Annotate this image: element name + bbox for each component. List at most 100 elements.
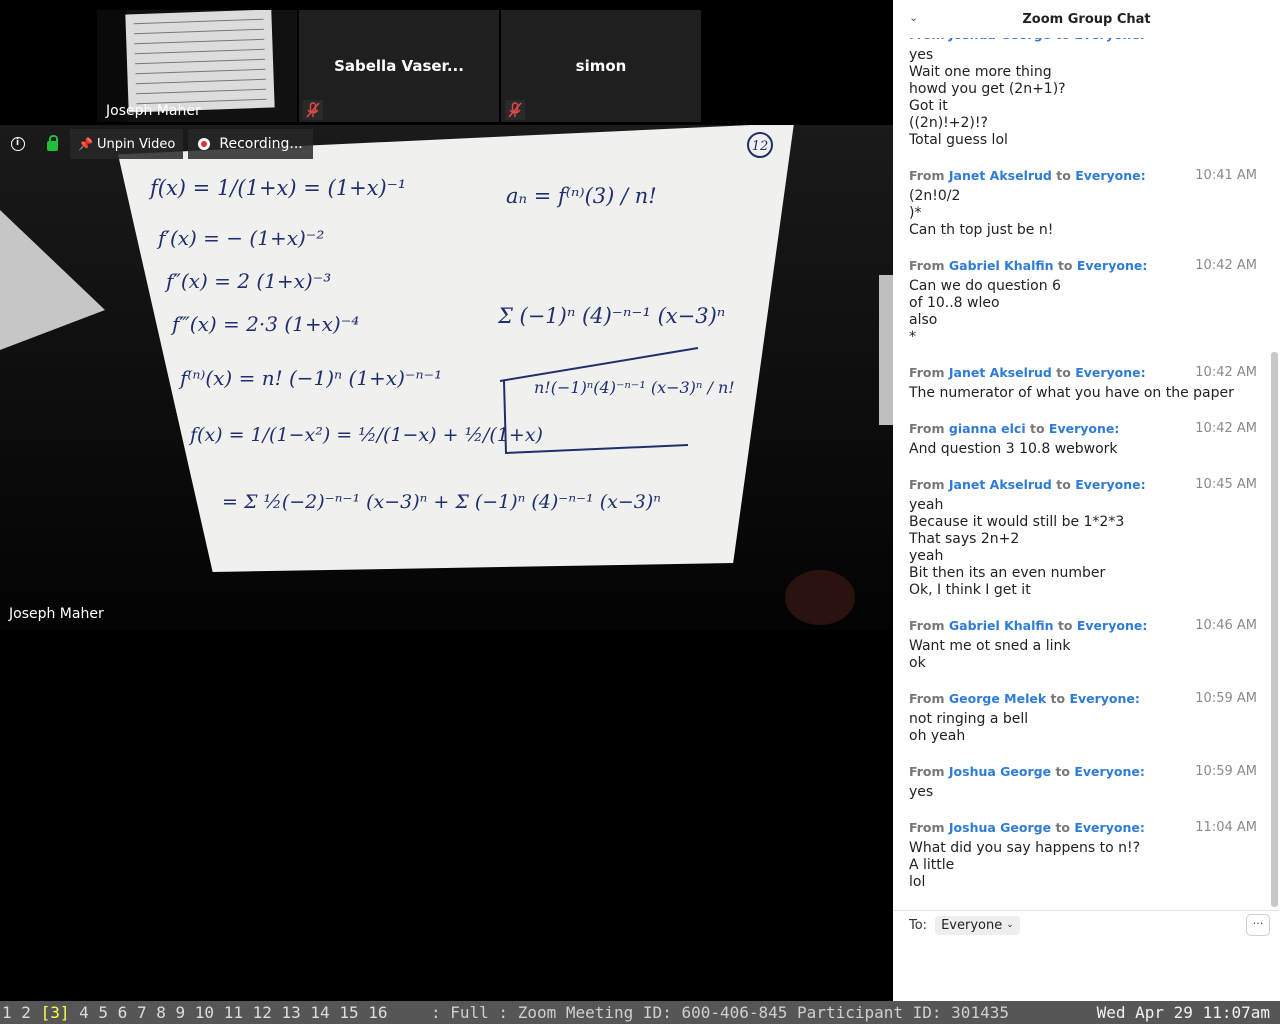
participant-name: Sabella Vaser...: [334, 57, 464, 75]
chat-panel: From Joshua George to Everyone:10:36 AMy…: [893, 0, 1280, 1001]
recipient-name[interactable]: Everyone:: [1075, 477, 1145, 492]
message-header: From Joshua George to Everyone: 11:04 AM: [909, 820, 1257, 837]
recipient-name[interactable]: Everyone:: [1077, 618, 1147, 633]
recipient-name[interactable]: Everyone:: [1049, 421, 1119, 436]
message-header: From George Melek to Everyone: 10:59 AM: [909, 691, 1257, 708]
workspace-4[interactable]: 4: [79, 1003, 89, 1022]
equation-line: f(x) = 1/(1−x²) = ½/(1−x) + ½/(1+x): [188, 424, 543, 446]
recipient-name[interactable]: Everyone:: [1077, 258, 1147, 273]
paper-edge: [879, 275, 893, 425]
recipient-value: Everyone: [941, 917, 1003, 933]
pin-icon: 📌: [78, 137, 93, 151]
chat-message: From Joshua George to Everyone: 11:04 AM W…: [893, 820, 1269, 891]
message-line: And question 3 10.8 webwork: [909, 441, 1118, 457]
workspace-14[interactable]: 14: [310, 1003, 329, 1022]
recipient-name[interactable]: Everyone:: [1075, 168, 1145, 183]
sender-name[interactable]: Janet Akselrud: [949, 477, 1052, 492]
workspace-7[interactable]: 7: [137, 1003, 147, 1022]
whiteboard-paper: 12 f(x) = 1/(1+x) = (1+x)⁻¹ f′(x) = − (1…: [118, 125, 794, 572]
workspace-11[interactable]: 11: [224, 1003, 243, 1022]
workspace-8[interactable]: 8: [156, 1003, 166, 1022]
workspace-13[interactable]: 13: [282, 1003, 301, 1022]
workspace-2[interactable]: 2: [21, 1003, 31, 1022]
chat-message: From gianna elci to Everyone: 10:42 AM And…: [893, 421, 1269, 458]
to-label: to: [1056, 365, 1071, 380]
workspace-6[interactable]: 6: [118, 1003, 128, 1022]
sender-name[interactable]: Gabriel Khalfin: [949, 618, 1054, 633]
from-label: From: [909, 820, 945, 835]
sender-name[interactable]: Janet Akselrud: [949, 168, 1052, 183]
chat-messages[interactable]: From Joshua George to Everyone:10:36 AMy…: [893, 30, 1269, 910]
workspace-10[interactable]: 10: [195, 1003, 214, 1022]
recipient-row: To: Everyone ⌄: [909, 914, 1020, 936]
workspace-15[interactable]: 15: [339, 1003, 358, 1022]
thumbnail-video: [125, 10, 275, 113]
message-line: ok: [909, 655, 926, 671]
message-line: That says 2n+2: [909, 531, 1020, 547]
workspace-3[interactable]: [3]: [41, 1003, 70, 1022]
chat-message: From Janet Akselrud to Everyone: 10:45 AM…: [893, 477, 1269, 599]
workspace-12[interactable]: 12: [253, 1003, 272, 1022]
chat-message: From Gabriel Khalfin to Everyone: 10:42 A…: [893, 258, 1269, 346]
workspace-16[interactable]: 16: [368, 1003, 387, 1022]
message-line: Got it: [909, 98, 948, 114]
to-label: to: [1055, 820, 1071, 835]
message-line: ((2n)!+2)!?: [909, 115, 988, 131]
message-header: From gianna elci to Everyone: 10:42 AM: [909, 421, 1257, 438]
message-body: yeah Because it would still be 1*2*3 That …: [909, 494, 1257, 599]
sender-name[interactable]: Janet Akselrud: [949, 365, 1052, 380]
unpin-video-button[interactable]: 📌 Unpin Video: [70, 129, 184, 159]
message-line: yes: [909, 784, 934, 800]
recipient-name[interactable]: Everyone:: [1074, 820, 1144, 835]
sender-name[interactable]: George Melek: [949, 691, 1046, 706]
meeting-info-button[interactable]: i: [0, 129, 35, 159]
muted-mic-icon: [303, 100, 323, 120]
from-label: From: [909, 421, 945, 436]
participant-thumbnail-sabella[interactable]: Sabella Vaser...: [299, 10, 499, 122]
chat-message: From Janet Akselrud to Everyone: 10:41 AM…: [893, 168, 1269, 239]
recording-button[interactable]: Recording...: [188, 129, 313, 159]
participant-thumbnail-joseph[interactable]: Joseph Maher: [97, 10, 297, 122]
message-header: From Janet Akselrud to Everyone: 10:42 AM: [909, 365, 1257, 382]
participant-thumbnail-simon[interactable]: simon: [501, 10, 701, 122]
recipient-name[interactable]: Everyone:: [1069, 691, 1139, 706]
message-line: Can th top just be n!: [909, 222, 1054, 238]
info-icon: i: [10, 137, 25, 151]
message-line: The numerator of what you have on the pa…: [909, 385, 1234, 401]
to-label: to: [1057, 258, 1073, 273]
message-time: 10:46 AM: [1195, 618, 1257, 633]
from-label: From: [909, 764, 945, 779]
sender-name[interactable]: Gabriel Khalfin: [949, 258, 1054, 273]
clock: Wed Apr 29 11:07am: [1096, 1003, 1270, 1022]
unpin-video-label: Unpin Video: [96, 136, 176, 152]
message-line: also: [909, 312, 938, 328]
message-line: of 10..8 wleo: [909, 295, 1000, 311]
message-time: 10:41 AM: [1195, 168, 1257, 183]
message-line: yes: [909, 47, 934, 63]
workspace-9[interactable]: 9: [176, 1003, 186, 1022]
coefficient-formula: aₙ = f⁽ⁿ⁾(3) / n!: [506, 184, 657, 208]
chat-input[interactable]: [893, 940, 1280, 1001]
sender-name[interactable]: Joshua George: [949, 764, 1051, 779]
chat-message: From Joshua George to Everyone:10:36 AMy…: [893, 30, 1269, 149]
more-options-button[interactable]: ···: [1246, 914, 1270, 936]
recipient-select[interactable]: Everyone ⌄: [935, 915, 1020, 935]
to-label: to: [1029, 421, 1045, 436]
meeting-area: Joseph Maher Sabella Vaser... simon 12 f…: [0, 0, 893, 1001]
recipient-name[interactable]: Everyone:: [1074, 764, 1144, 779]
workspace-1[interactable]: 1: [2, 1003, 12, 1022]
encryption-button[interactable]: [35, 129, 70, 159]
workspace-5[interactable]: 5: [98, 1003, 108, 1022]
message-body: Want me ot sned a link ok: [909, 635, 1257, 672]
sender-name[interactable]: Joshua George: [949, 820, 1051, 835]
recipient-name[interactable]: Everyone:: [1075, 365, 1145, 380]
message-body: (2n!0/2)* Can th top just be n!: [909, 185, 1257, 239]
workspace-list: 1 2 [3] 4 5 6 7 8 9 10 11 12 13 14 15 16: [2, 1001, 397, 1024]
message-time: 10:42 AM: [1195, 365, 1257, 380]
message-header: From Janet Akselrud to Everyone: 10:45 AM: [909, 477, 1257, 494]
chat-scrollbar[interactable]: [1271, 352, 1278, 907]
chat-header: ⌄ Zoom Group Chat: [893, 0, 1280, 38]
sender-name[interactable]: gianna elci: [949, 421, 1026, 436]
message-line: Total guess lol: [909, 132, 1008, 148]
recording-label: Recording...: [219, 136, 303, 152]
